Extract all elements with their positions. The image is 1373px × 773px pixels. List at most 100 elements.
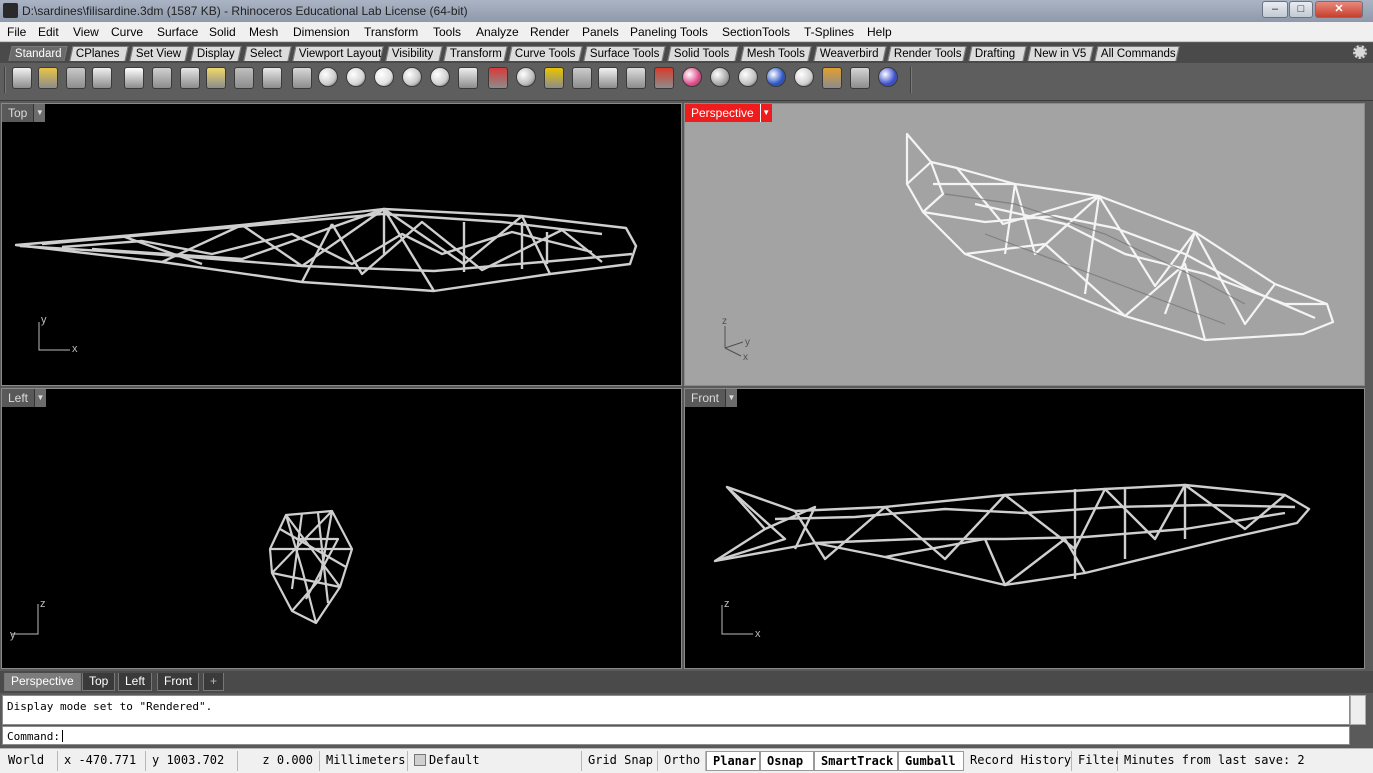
- zoom-selected-icon[interactable]: [402, 67, 422, 87]
- viewport-top[interactable]: y x Top ▼: [1, 103, 682, 386]
- gumball-toggle[interactable]: Gumball: [898, 751, 964, 771]
- zoom-extents-icon[interactable]: [374, 67, 394, 87]
- tab-render-tools[interactable]: Render Tools: [887, 46, 967, 61]
- menu-panels[interactable]: Panels: [582, 25, 619, 39]
- tab-viewport-layout[interactable]: Viewport Layout: [292, 46, 384, 61]
- menu-curve[interactable]: Curve: [111, 25, 143, 39]
- chevron-down-icon[interactable]: ▼: [759, 104, 772, 122]
- planar-toggle[interactable]: Planar: [706, 751, 760, 771]
- grid-options-icon[interactable]: [850, 67, 870, 89]
- command-input-caret[interactable]: [61, 730, 63, 742]
- viewport-tab-left[interactable]: Left: [118, 673, 153, 691]
- menu-tools[interactable]: Tools: [433, 25, 461, 39]
- chevron-down-icon[interactable]: ▼: [34, 389, 47, 407]
- point-icon[interactable]: [516, 67, 536, 87]
- viewport-left[interactable]: z y Left ▼: [1, 388, 682, 669]
- menu-dimension[interactable]: Dimension: [293, 25, 350, 39]
- tab-cplanes[interactable]: CPlanes: [69, 46, 129, 61]
- menu-file[interactable]: File: [7, 25, 26, 39]
- menu-render[interactable]: Render: [530, 25, 569, 39]
- toolbar-grip[interactable]: [4, 67, 6, 93]
- viewport-perspective[interactable]: z y x Perspective ▼: [684, 103, 1365, 386]
- grid-snap-toggle[interactable]: Grid Snap: [582, 751, 658, 771]
- minimize-button[interactable]: –: [1262, 1, 1288, 18]
- layer-icon[interactable]: [654, 67, 674, 89]
- add-viewport-tab-icon[interactable]: +: [203, 673, 225, 691]
- zoom-window-icon[interactable]: [346, 67, 366, 87]
- rendered-sphere-icon[interactable]: [794, 67, 814, 87]
- print-icon[interactable]: [92, 67, 112, 89]
- car-icon[interactable]: [488, 67, 508, 89]
- menu-transform[interactable]: Transform: [364, 25, 418, 39]
- tab-display[interactable]: Display: [190, 46, 242, 61]
- light-icon[interactable]: [598, 67, 618, 89]
- menu-solid[interactable]: Solid: [209, 25, 236, 39]
- lock-icon[interactable]: [626, 67, 646, 89]
- select-icon[interactable]: [572, 67, 592, 89]
- menu-t-splines[interactable]: T-Splines: [804, 25, 854, 39]
- chevron-down-icon[interactable]: ▼: [33, 104, 46, 122]
- tab-curve-tools[interactable]: Curve Tools: [508, 46, 583, 61]
- cut-icon[interactable]: [152, 67, 172, 89]
- record-history-toggle[interactable]: Record History: [964, 751, 1072, 771]
- chevron-down-icon[interactable]: ▼: [725, 389, 738, 407]
- units-status[interactable]: Millimeters: [320, 751, 408, 771]
- viewport-title-left[interactable]: Left ▼: [2, 389, 47, 407]
- viewport-title-front[interactable]: Front ▼: [685, 389, 738, 407]
- viewport-title-top[interactable]: Top ▼: [2, 104, 46, 122]
- viewport-tab-top[interactable]: Top: [82, 673, 116, 691]
- undo-icon[interactable]: [234, 67, 254, 89]
- menu-paneling-tools[interactable]: Paneling Tools: [630, 25, 708, 39]
- tab-transform[interactable]: Transform: [443, 46, 508, 61]
- viewport-tab-perspective[interactable]: Perspective: [4, 673, 81, 691]
- ortho-toggle[interactable]: Ortho: [658, 751, 706, 771]
- pan-hand-icon[interactable]: [262, 67, 282, 89]
- maximize-button[interactable]: □: [1289, 1, 1313, 18]
- menu-edit[interactable]: Edit: [38, 25, 59, 39]
- snap-icon[interactable]: [544, 67, 564, 89]
- viewport-tab-front[interactable]: Front: [157, 673, 200, 691]
- tab-drafting[interactable]: Drafting: [968, 46, 1027, 61]
- tab-all-commands[interactable]: All Commands: [1094, 46, 1180, 61]
- smarttrack-toggle[interactable]: SmartTrack: [814, 751, 898, 771]
- sphere-blue-icon[interactable]: [766, 67, 786, 87]
- osnap-toggle[interactable]: Osnap: [760, 751, 814, 771]
- tab-standard[interactable]: Standard: [8, 46, 68, 61]
- filter-toggle[interactable]: Filter: [1072, 751, 1121, 771]
- sphere-gray-icon[interactable]: [710, 67, 730, 87]
- save-icon[interactable]: [66, 67, 86, 89]
- options-gear-icon[interactable]: [822, 67, 842, 89]
- rhino-app-icon[interactable]: [3, 3, 18, 18]
- viewport-title-perspective[interactable]: Perspective ▼: [685, 104, 772, 122]
- menu-help[interactable]: Help: [867, 25, 892, 39]
- toolbar-settings-gear-icon[interactable]: [1353, 45, 1367, 59]
- menu-analyze[interactable]: Analyze: [476, 25, 519, 39]
- zoom-icon[interactable]: [318, 67, 338, 87]
- menu-mesh[interactable]: Mesh: [249, 25, 278, 39]
- menu-view[interactable]: View: [73, 25, 99, 39]
- new-icon[interactable]: [12, 67, 32, 89]
- copy-icon[interactable]: [180, 67, 200, 89]
- viewport-front[interactable]: z x Front ▼: [684, 388, 1365, 669]
- menu-sectiontools[interactable]: SectionTools: [722, 25, 790, 39]
- help-icon[interactable]: [878, 67, 898, 87]
- command-history-scrollbar[interactable]: [1350, 695, 1366, 725]
- color-wheel-icon[interactable]: [682, 67, 702, 87]
- tab-select[interactable]: Select: [243, 46, 292, 61]
- sphere-shaded-icon[interactable]: [738, 67, 758, 87]
- cplane-status[interactable]: World: [2, 751, 58, 771]
- menu-surface[interactable]: Surface: [157, 25, 198, 39]
- close-button[interactable]: ✕: [1315, 1, 1363, 18]
- tab-surface-tools[interactable]: Surface Tools: [583, 46, 666, 61]
- tab-new-in-v5[interactable]: New in V5: [1027, 46, 1094, 61]
- rotate-view-icon[interactable]: [292, 67, 312, 89]
- tab-visibility[interactable]: Visibility: [385, 46, 443, 61]
- tab-solid-tools[interactable]: Solid Tools: [667, 46, 739, 61]
- tab-mesh-tools[interactable]: Mesh Tools: [740, 46, 812, 61]
- zoom-target-icon[interactable]: [430, 67, 450, 87]
- properties-icon[interactable]: [124, 67, 144, 89]
- four-viewports-icon[interactable]: [458, 67, 478, 89]
- open-icon[interactable]: [38, 67, 58, 89]
- tab-weaverbird[interactable]: Weaverbird: [813, 46, 887, 61]
- layer-status[interactable]: Default: [408, 751, 582, 771]
